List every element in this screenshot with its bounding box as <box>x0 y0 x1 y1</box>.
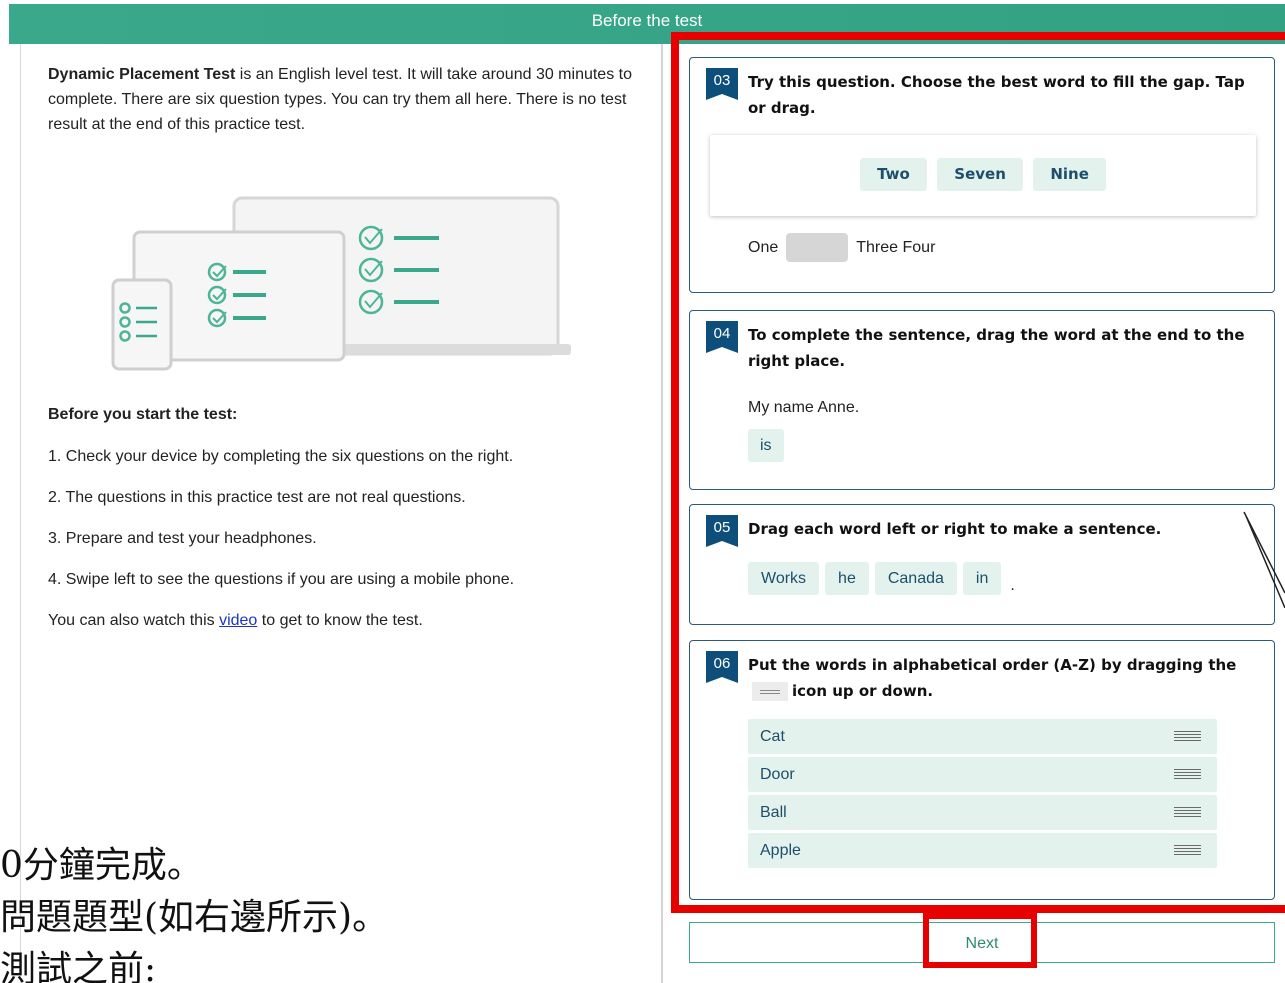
question-text-end: icon up or down. <box>792 682 934 700</box>
question-card-04: 04 To complete the sentence, drag the wo… <box>689 310 1275 490</box>
question-text: Put the words in alphabetical order (A-Z… <box>748 652 1248 704</box>
question-number-badge: 04 <box>706 321 738 353</box>
devices-illustration-icon <box>111 196 571 371</box>
drag-handle-icon <box>752 682 788 701</box>
sentence-end: Three Four <box>856 238 936 256</box>
draggable-word[interactable]: in <box>962 562 1002 595</box>
question-number-badge: 05 <box>706 515 738 547</box>
question-text: Drag each word left or right to make a s… <box>748 520 1162 538</box>
question-number-badge: 03 <box>706 68 738 100</box>
question-number-badge: 06 <box>706 651 738 683</box>
list-item: 3. Prepare and test your headphones. <box>48 530 317 547</box>
sortable-list: Cat Door Ball Apple <box>748 719 1217 871</box>
question-card-05: 05 Drag each word left or right to make … <box>689 504 1275 625</box>
video-post-text: to get to know the test. <box>257 612 423 629</box>
question-card-06: 06 Put the words in alphabetical order (… <box>689 640 1275 900</box>
list-item: 4. Swipe left to see the questions if yo… <box>48 571 515 588</box>
draggable-word[interactable]: Works <box>748 562 820 595</box>
gap-drop-target[interactable] <box>786 233 849 262</box>
question-text: Try this question. Choose the best word … <box>748 73 1245 117</box>
item-label: Door <box>760 766 795 783</box>
draggable-word[interactable]: Canada <box>874 562 957 595</box>
word-order-row: Works he Canada in . <box>748 562 1015 595</box>
list-item: 2. The questions in this practice test a… <box>48 489 466 506</box>
list-item[interactable]: Ball <box>748 795 1217 830</box>
word-option-seven[interactable]: Seven <box>937 158 1023 191</box>
sentence-period: . <box>1010 577 1015 594</box>
question-text: To complete the sentence, drag the word … <box>748 326 1245 370</box>
intro-paragraph: Dynamic Placement Test is an English lev… <box>48 62 643 137</box>
list-item[interactable]: Apple <box>748 833 1217 868</box>
steps-list: 1. Check your device by completing the s… <box>48 448 514 612</box>
before-heading: Before you start the test: <box>48 406 238 423</box>
list-item[interactable]: Door <box>748 757 1217 792</box>
drag-handle-icon[interactable] <box>1174 731 1201 741</box>
draggable-word-is[interactable]: is <box>748 429 784 462</box>
sentence-start: One <box>748 238 779 256</box>
draggable-word[interactable]: he <box>825 562 869 595</box>
callout-pointer-icon <box>1243 511 1285 608</box>
word-options-box: Two Seven Nine <box>710 135 1256 216</box>
page-title: Before the test <box>591 11 703 30</box>
item-label: Cat <box>760 728 785 745</box>
drag-handle-icon[interactable] <box>1174 769 1201 779</box>
question-text-start: Put the words in alphabetical order (A-Z… <box>748 656 1237 674</box>
overlay-caption-line-2: 問題題型(如右邊所示)。 <box>0 897 389 938</box>
overlay-caption-line-3: 測試之前: <box>0 949 157 983</box>
word-option-nine[interactable]: Nine <box>1033 158 1106 191</box>
video-pre-text: You can also watch this <box>48 612 220 629</box>
overlay-caption-line-1: 0分鐘完成。 <box>0 845 203 886</box>
item-label: Ball <box>760 804 787 821</box>
sentence-drop-target[interactable]: My name Anne. <box>748 399 859 417</box>
drag-handle-icon[interactable] <box>1174 845 1201 855</box>
video-link[interactable]: video <box>219 612 257 629</box>
drag-handle-icon[interactable] <box>1174 807 1201 817</box>
video-line: You can also watch this video to get to … <box>48 612 423 630</box>
list-item: 1. Check your device by completing the s… <box>48 448 514 465</box>
test-name: Dynamic Placement Test <box>48 66 236 83</box>
item-label: Apple <box>760 842 801 859</box>
question-card-03: 03 Try this question. Choose the best wo… <box>689 57 1275 293</box>
next-highlight-box <box>923 913 1037 968</box>
list-item[interactable]: Cat <box>748 719 1217 754</box>
gap-sentence: One Three Four <box>748 233 935 262</box>
word-option-two[interactable]: Two <box>860 158 927 191</box>
